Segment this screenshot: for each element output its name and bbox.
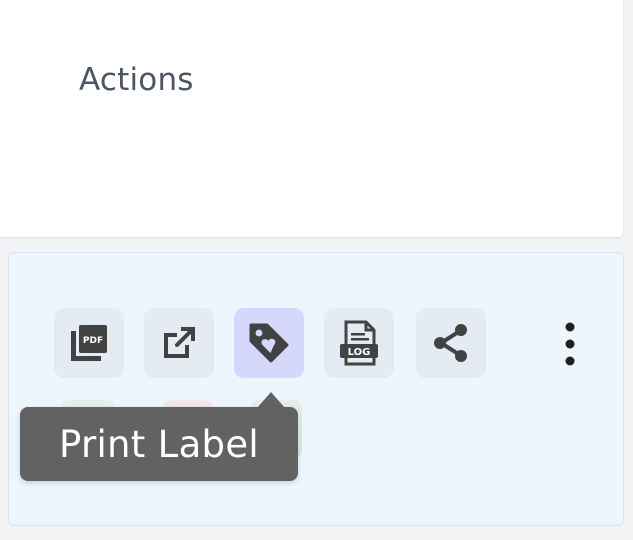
- log-button[interactable]: LOG: [324, 308, 394, 378]
- more-options-button[interactable]: [548, 314, 592, 374]
- actions-column-title: Actions: [79, 62, 194, 98]
- open-external-icon: [164, 327, 195, 358]
- share-icon: [434, 324, 467, 362]
- log-badge-text: LOG: [348, 347, 371, 358]
- more-vertical-icon: [565, 322, 575, 366]
- pdf-icon: PDF: [71, 325, 107, 361]
- actions-header-cell: Actions: [0, 0, 624, 238]
- page: Actions PDF LOG Print Label: [0, 0, 633, 540]
- pdf-badge-text: PDF: [83, 336, 103, 346]
- share-button[interactable]: [416, 308, 486, 378]
- print-label-button[interactable]: [234, 308, 304, 378]
- table-row: [8, 252, 624, 526]
- tag-heart-icon: [249, 323, 289, 363]
- log-file-icon: LOG: [340, 320, 378, 366]
- open-external-button[interactable]: [144, 308, 214, 378]
- tooltip-arrow: [257, 392, 285, 408]
- print-label-tooltip: Print Label: [20, 407, 298, 481]
- pdf-button[interactable]: PDF: [54, 308, 124, 378]
